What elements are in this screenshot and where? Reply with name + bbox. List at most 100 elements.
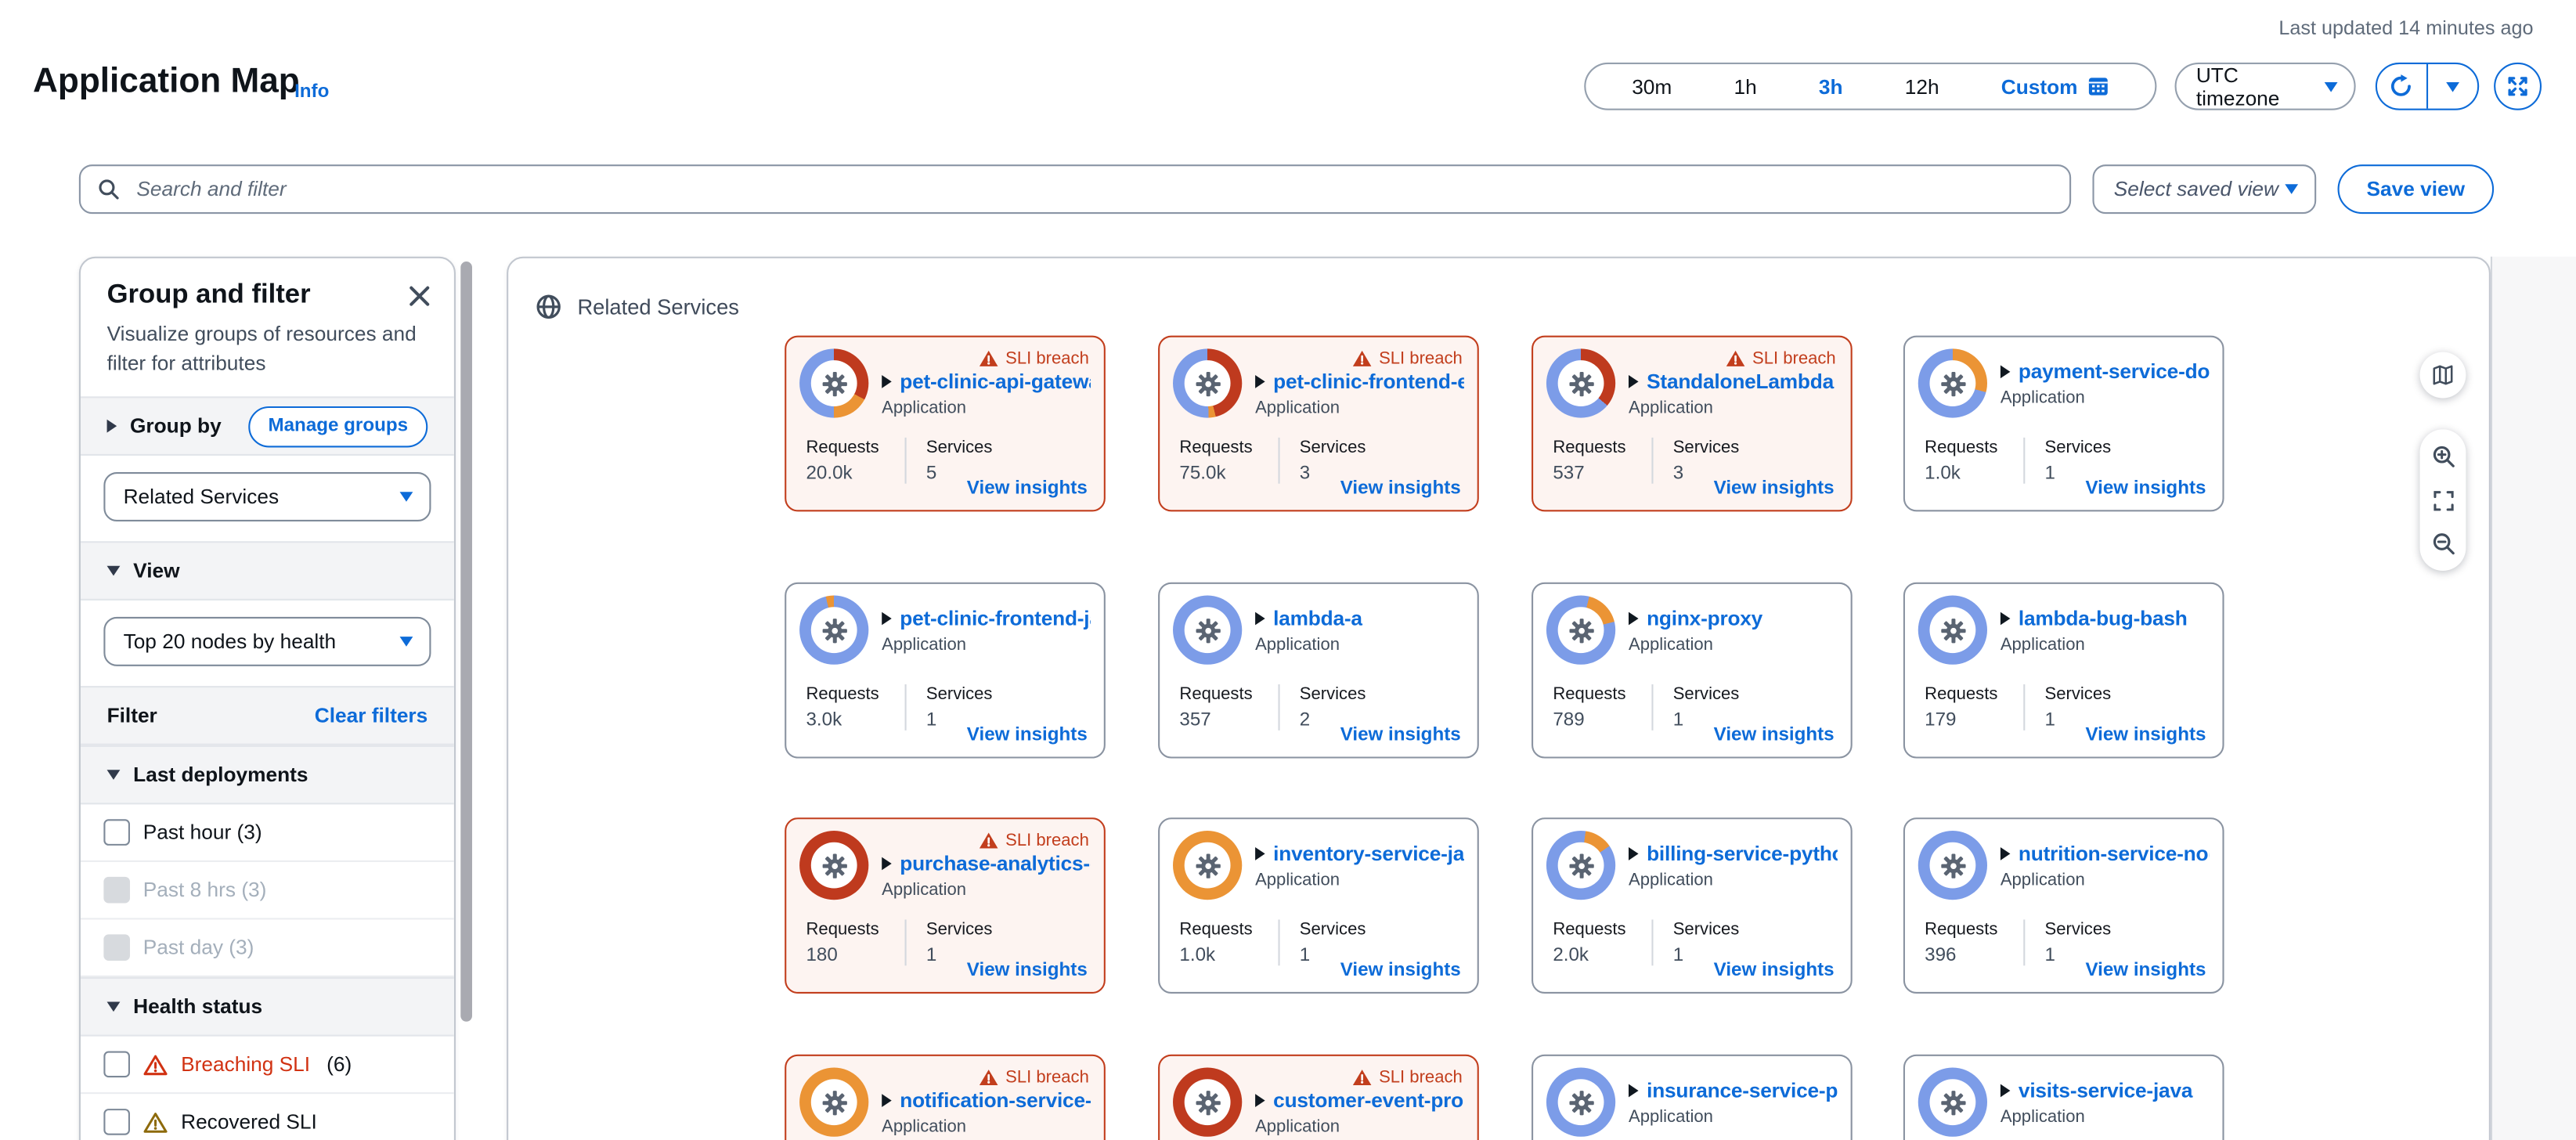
- group-by-select[interactable]: Related Services: [103, 472, 431, 521]
- zoom-fit-button[interactable]: [2432, 489, 2453, 510]
- view-insights-link[interactable]: View insights: [2085, 478, 2206, 498]
- view-insights-link[interactable]: View insights: [1714, 961, 1835, 980]
- service-name-row[interactable]: purchase-analytics-en...: [882, 852, 1091, 875]
- service-name-link[interactable]: pet-clinic-api-gateway: [900, 370, 1091, 393]
- service-card-payment-service-dotnet[interactable]: payment-service-dotnet Application Reque…: [1903, 336, 2224, 512]
- zoom-out-button[interactable]: [2430, 532, 2455, 557]
- refresh-options-button[interactable]: [2429, 64, 2477, 109]
- view-insights-link[interactable]: View insights: [967, 726, 1088, 745]
- service-card-customer-event-proce[interactable]: SLI breach customer-event-proce... Appli…: [1158, 1055, 1479, 1140]
- view-insights-link[interactable]: View insights: [2085, 726, 2206, 745]
- group-by-section-header[interactable]: Group by Manage groups: [81, 396, 454, 456]
- service-card-pet-clinic-frontend-java[interactable]: pet-clinic-frontend-java Application Req…: [785, 583, 1106, 759]
- expander-icon[interactable]: [1255, 1094, 1265, 1107]
- expander-icon[interactable]: [2001, 1084, 2011, 1098]
- expander-icon[interactable]: [1255, 375, 1265, 388]
- service-name-link[interactable]: lambda-a: [1273, 607, 1362, 630]
- service-name-row[interactable]: pet-clinic-frontend-ec...: [1255, 370, 1464, 393]
- service-name-row[interactable]: lambda-bug-bash: [2001, 607, 2210, 630]
- expander-icon[interactable]: [2001, 847, 2011, 860]
- view-insights-link[interactable]: View insights: [1340, 961, 1461, 980]
- service-name-row[interactable]: visits-service-java: [2001, 1079, 2210, 1102]
- expander-icon[interactable]: [882, 1094, 892, 1107]
- time-range-1h[interactable]: 1h: [1734, 75, 1756, 98]
- service-name-link[interactable]: inventory-service-java: [1273, 842, 1464, 865]
- service-name-link[interactable]: billing-service-python: [1647, 842, 1838, 865]
- expander-icon[interactable]: [882, 375, 892, 388]
- minimap-toggle-button[interactable]: [2420, 352, 2466, 399]
- service-name-link[interactable]: notification-service-java: [900, 1089, 1091, 1112]
- service-card-inventory-service-java[interactable]: inventory-service-java Application Reque…: [1158, 817, 1479, 994]
- time-range-custom[interactable]: Custom: [2001, 75, 2109, 98]
- manage-groups-button[interactable]: Manage groups: [248, 406, 428, 447]
- service-name-row[interactable]: inventory-service-java: [1255, 842, 1464, 865]
- clear-filters-link[interactable]: Clear filters: [315, 704, 428, 727]
- service-name-link[interactable]: visits-service-java: [2019, 1079, 2192, 1102]
- fullscreen-button[interactable]: [2494, 63, 2542, 110]
- checkbox[interactable]: [103, 819, 130, 846]
- service-card-lambda-bug-bash[interactable]: lambda-bug-bash Application Requests179 …: [1903, 583, 2224, 759]
- time-range-30m[interactable]: 30m: [1632, 75, 1672, 98]
- expander-icon[interactable]: [2001, 365, 2011, 378]
- service-name-link[interactable]: insurance-service-pyth...: [1647, 1079, 1838, 1102]
- service-name-link[interactable]: nutrition-service-nodejs: [2019, 842, 2210, 865]
- saved-view-select[interactable]: Select saved view: [2092, 164, 2316, 214]
- service-name-link[interactable]: purchase-analytics-en...: [900, 852, 1091, 875]
- view-select[interactable]: Top 20 nodes by health: [103, 617, 431, 666]
- expander-icon[interactable]: [1629, 1084, 1639, 1098]
- service-name-link[interactable]: StandaloneLambda: [1647, 370, 1834, 393]
- service-name-link[interactable]: payment-service-dotnet: [2019, 360, 2210, 383]
- service-card-pet-clinic-frontend-ec[interactable]: SLI breach pet-clinic-frontend-ec... App…: [1158, 336, 1479, 512]
- expander-icon[interactable]: [1629, 612, 1639, 626]
- expander-icon[interactable]: [2001, 612, 2011, 626]
- service-name-row[interactable]: lambda-a: [1255, 607, 1464, 630]
- service-card-nginx-proxy[interactable]: nginx-proxy Application Requests789 Serv…: [1532, 583, 1853, 759]
- service-name-row[interactable]: StandaloneLambda: [1629, 370, 1838, 393]
- expander-icon[interactable]: [1629, 847, 1639, 860]
- service-card-pet-clinic-api-gateway[interactable]: SLI breach pet-clinic-api-gateway Applic…: [785, 336, 1106, 512]
- service-name-link[interactable]: pet-clinic-frontend-java: [900, 607, 1091, 630]
- expander-icon[interactable]: [1255, 847, 1265, 860]
- checkbox[interactable]: [103, 1109, 130, 1135]
- service-name-row[interactable]: pet-clinic-frontend-java: [882, 607, 1091, 630]
- service-name-link[interactable]: nginx-proxy: [1647, 607, 1762, 630]
- service-name-row[interactable]: billing-service-python: [1629, 842, 1838, 865]
- service-name-link[interactable]: lambda-bug-bash: [2019, 607, 2188, 630]
- checkbox[interactable]: [103, 1052, 130, 1078]
- expander-icon[interactable]: [1255, 612, 1265, 626]
- view-insights-link[interactable]: View insights: [1714, 726, 1835, 745]
- service-card-billing-service-python[interactable]: billing-service-python Application Reque…: [1532, 817, 1853, 994]
- info-link[interactable]: Info: [294, 82, 329, 102]
- service-card-notification-service-java[interactable]: SLI breach notification-service-java App…: [785, 1055, 1106, 1140]
- refresh-button[interactable]: [2377, 64, 2426, 109]
- service-name-link[interactable]: customer-event-proce...: [1273, 1089, 1464, 1112]
- expander-icon[interactable]: [882, 857, 892, 871]
- panel-scrollbar-thumb[interactable]: [460, 262, 472, 1022]
- service-card-StandaloneLambda[interactable]: SLI breach StandaloneLambda Application …: [1532, 336, 1853, 512]
- service-name-row[interactable]: nutrition-service-nodejs: [2001, 842, 2210, 865]
- service-card-nutrition-service-nodejs[interactable]: nutrition-service-nodejs Application Req…: [1903, 817, 2224, 994]
- timezone-select[interactable]: UTC timezone: [2175, 63, 2356, 110]
- view-insights-link[interactable]: View insights: [2085, 961, 2206, 980]
- save-view-button[interactable]: Save view: [2338, 164, 2495, 214]
- expander-icon[interactable]: [882, 612, 892, 626]
- time-range-3h[interactable]: 3h: [1819, 75, 1843, 98]
- service-name-row[interactable]: payment-service-dotnet: [2001, 360, 2210, 383]
- filter-group-header-health-status[interactable]: Health status: [81, 977, 454, 1037]
- search-input[interactable]: [133, 176, 2053, 203]
- service-card-lambda-a[interactable]: lambda-a Application Requests357 Service…: [1158, 583, 1479, 759]
- service-name-row[interactable]: nginx-proxy: [1629, 607, 1838, 630]
- time-range-12h[interactable]: 12h: [1905, 75, 1939, 98]
- view-insights-link[interactable]: View insights: [1340, 478, 1461, 498]
- service-name-link[interactable]: pet-clinic-frontend-ec...: [1273, 370, 1464, 393]
- service-card-visits-service-java[interactable]: visits-service-java Application Requests…: [1903, 1055, 2224, 1140]
- service-name-row[interactable]: insurance-service-pyth...: [1629, 1079, 1838, 1102]
- view-insights-link[interactable]: View insights: [967, 961, 1088, 980]
- view-section-header[interactable]: View: [81, 541, 454, 601]
- service-name-row[interactable]: customer-event-proce...: [1255, 1089, 1464, 1112]
- service-card-purchase-analytics-en[interactable]: SLI breach purchase-analytics-en... Appl…: [785, 817, 1106, 994]
- service-card-insurance-service-pyth[interactable]: insurance-service-pyth... Application Re…: [1532, 1055, 1853, 1140]
- application-map-canvas[interactable]: Related Services SLI breach pet-clinic-a…: [507, 257, 2491, 1140]
- close-icon[interactable]: [408, 283, 431, 306]
- filter-group-header-last-deployments[interactable]: Last deployments: [81, 745, 454, 805]
